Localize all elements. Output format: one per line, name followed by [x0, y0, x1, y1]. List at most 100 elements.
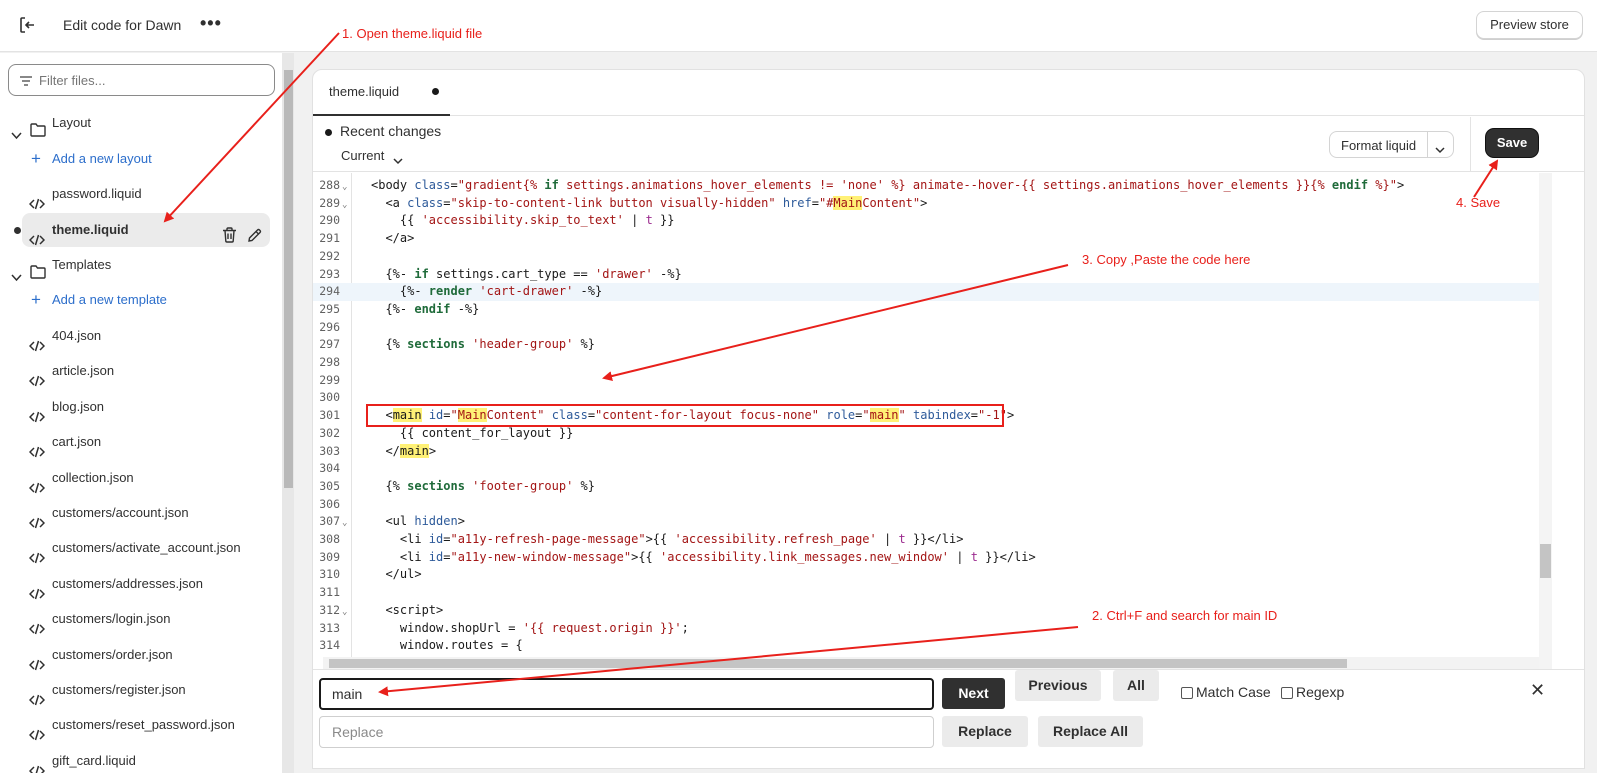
code-line[interactable]: 309 <li id="a11y-new-window-message">{{ …: [313, 549, 1539, 567]
code-line[interactable]: 313 window.shopUrl = '{{ request.origin …: [313, 620, 1539, 638]
exit-icon[interactable]: [17, 14, 39, 36]
code-line[interactable]: 298: [313, 354, 1539, 372]
code-line[interactable]: 289 ⌄ <a class="skip-to-content-link butt…: [313, 195, 1539, 213]
file-label: article.json: [52, 363, 115, 379]
line-number: 289: [319, 195, 340, 210]
top-bar: Edit code for Dawn ••• Preview store: [0, 0, 1597, 52]
tab-theme-liquid[interactable]: theme.liquid: [313, 70, 450, 116]
chevron-down-icon[interactable]: [1435, 141, 1445, 159]
replace-input[interactable]: Replace: [319, 716, 934, 748]
all-button[interactable]: All: [1113, 670, 1159, 701]
file-item[interactable]: customers/register.json: [0, 673, 282, 707]
file-item[interactable]: gift_card.liquid: [0, 744, 282, 773]
folder-label: Templates: [52, 257, 112, 272]
plus-icon: +: [31, 149, 41, 168]
match-case-label: Match Case: [1196, 684, 1271, 700]
code-line[interactable]: 314 window.routes = {: [313, 637, 1539, 655]
code-line[interactable]: 299: [313, 372, 1539, 390]
chevron-down-icon[interactable]: [393, 152, 403, 170]
code-area[interactable]: 288 ⌄ <body class="gradient{% if settings.…: [313, 173, 1584, 669]
file-item[interactable]: collection.json: [0, 461, 282, 495]
file-item[interactable]: customers/addresses.json: [0, 567, 282, 601]
code-text: {{ 'accessibility.skip_to_text' | t }}: [371, 213, 675, 228]
filter-files-input[interactable]: [39, 65, 259, 95]
code-line[interactable]: 308 <li id="a11y-refresh-page-message">{…: [313, 531, 1539, 549]
save-button[interactable]: Save: [1486, 129, 1538, 157]
code-line[interactable]: 303 </main>: [313, 443, 1539, 461]
version-select[interactable]: Current: [341, 148, 384, 163]
add-template-link[interactable]: + Add a new template: [0, 283, 282, 317]
more-actions-icon[interactable]: •••: [200, 13, 222, 34]
file-label: customers/register.json: [52, 682, 186, 697]
code-line[interactable]: 307 ⌄ <ul hidden>: [313, 513, 1539, 531]
code-line[interactable]: 305 {% sections 'footer-group' %}: [313, 478, 1539, 496]
file-item[interactable]: customers/activate_account.json: [0, 531, 282, 565]
code-text: window.shopUrl = '{{ request.origin }}';: [371, 620, 689, 635]
folder-layout[interactable]: Layout: [0, 106, 282, 140]
code-text: <ul hidden>: [371, 514, 465, 529]
filter-files-field[interactable]: [8, 64, 275, 96]
code-line[interactable]: 296: [313, 319, 1539, 337]
line-number: 295: [319, 301, 340, 316]
file-item[interactable]: customers/login.json: [0, 602, 282, 636]
match-case-checkbox[interactable]: [1181, 687, 1193, 699]
unsaved-dot: [432, 88, 439, 95]
code-line[interactable]: 290 {{ 'accessibility.skip_to_text' | t …: [313, 212, 1539, 230]
file-item[interactable]: customers/order.json: [0, 638, 282, 672]
code-line[interactable]: 300: [313, 389, 1539, 407]
file-item[interactable]: article.json: [0, 354, 282, 388]
code-line[interactable]: 295 {%- endif -%}: [313, 301, 1539, 319]
code-text: {% sections 'header-group' %}: [371, 337, 595, 352]
code-line[interactable]: 306: [313, 496, 1539, 514]
close-icon[interactable]: ✕: [1530, 680, 1545, 701]
code-line[interactable]: 288 ⌄ <body class="gradient{% if settings.…: [313, 177, 1539, 195]
code-line[interactable]: 311: [313, 584, 1539, 602]
divider: [1470, 117, 1471, 172]
unsaved-dot: [14, 227, 21, 234]
file-label: customers/account.json: [52, 505, 189, 520]
file-item[interactable]: blog.json: [0, 390, 282, 424]
previous-button[interactable]: Previous: [1015, 670, 1101, 701]
add-layout-link[interactable]: + Add a new layout: [0, 142, 282, 176]
code-line[interactable]: 291 </a>: [313, 230, 1539, 248]
file-item[interactable]: 404.json: [0, 319, 282, 353]
code-line[interactable]: 297 {% sections 'header-group' %}: [313, 336, 1539, 354]
add-template-label[interactable]: Add a new template: [52, 283, 167, 317]
preview-store-button[interactable]: Preview store: [1476, 11, 1583, 39]
format-liquid-button[interactable]: Format liquid: [1329, 131, 1454, 158]
code-line[interactable]: 302 {{ content_for_layout }}: [313, 425, 1539, 443]
code-line[interactable]: 293 {%- if settings.cart_type == 'drawer…: [313, 266, 1539, 284]
code-text: {%- render 'cart-drawer' -%}: [371, 284, 603, 299]
code-text: {{ content_for_layout }}: [371, 425, 574, 440]
line-number: 292: [319, 248, 340, 263]
folder-templates[interactable]: Templates: [0, 248, 282, 282]
file-item[interactable]: customers/account.json: [0, 496, 282, 530]
line-number: 298: [319, 355, 340, 369]
add-layout-label[interactable]: Add a new layout: [52, 142, 152, 176]
divider: [1427, 132, 1428, 157]
file-item[interactable]: customers/reset_password.json: [0, 708, 282, 742]
code-text: window.routes = {: [371, 638, 523, 653]
find-input[interactable]: main: [319, 678, 934, 710]
code-line[interactable]: 294 {%- render 'cart-drawer' -%}: [313, 283, 1539, 301]
code-horizontal-scroll-thumb[interactable]: [329, 659, 1347, 668]
plus-icon: +: [31, 290, 41, 309]
file-item-active[interactable]: theme.liquid: [0, 213, 282, 247]
code-line[interactable]: 310 </ul>: [313, 566, 1539, 584]
regexp-checkbox[interactable]: [1281, 687, 1293, 699]
sidebar-scrollbar-thumb[interactable]: [284, 70, 293, 488]
replace-button[interactable]: Replace: [942, 716, 1028, 747]
editor-toolbar: Recent changes Current Format liquid Sav…: [313, 117, 1584, 172]
replace-all-button[interactable]: Replace All: [1038, 716, 1143, 747]
next-button[interactable]: Next: [942, 678, 1005, 709]
code-line[interactable]: 292: [313, 248, 1539, 266]
file-item[interactable]: cart.json: [0, 425, 282, 459]
code-line[interactable]: 301 <main id="MainContent" class="conten…: [313, 407, 1539, 425]
code-vertical-scroll-thumb[interactable]: [1540, 544, 1551, 578]
file-item[interactable]: password.liquid: [0, 177, 282, 211]
line-number: 307: [319, 514, 340, 529]
code-line[interactable]: 304: [313, 460, 1539, 478]
code-vertical-scrollbar[interactable]: [1539, 173, 1552, 669]
code-line[interactable]: 312 ⌄ <script>: [313, 602, 1539, 620]
regexp-label: Regexp: [1296, 684, 1345, 700]
